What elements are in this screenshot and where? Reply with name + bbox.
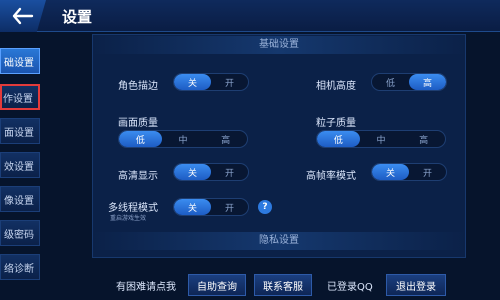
sidebar-item-network[interactable]: 络诊断 [0,254,40,280]
quality-toggle[interactable]: 低 中 高 [118,130,248,148]
particle-label: 粒子质量 [316,118,356,129]
logout-button[interactable]: 退出登录 [386,274,446,296]
multithread-toggle[interactable]: 关 开 [173,198,249,216]
outline-toggle[interactable]: 关 开 [173,73,249,91]
outline-off-option[interactable]: 关 [174,74,211,90]
camera-height-toggle[interactable]: 低 高 [371,73,447,91]
particle-mid-option[interactable]: 中 [360,131,403,147]
camera-high-option[interactable]: 高 [409,74,446,90]
high-fps-off-option[interactable]: 关 [372,164,409,180]
page-title: 设置 [62,8,93,26]
hd-label: 高清显示 [118,171,158,182]
particle-toggle[interactable]: 低 中 高 [316,130,446,148]
outline-on-option[interactable]: 开 [211,74,248,90]
quality-mid-option[interactable]: 中 [162,131,205,147]
sidebar-item-basic[interactable]: 础设置 [0,48,40,74]
quality-low-option[interactable]: 低 [119,131,162,147]
login-status: 已登录QQ [327,282,373,293]
multithread-sublabel: 重启游戏生效 [110,215,147,222]
section-privacy-header: 隐私设置 [92,232,466,250]
back-arrow-icon [12,7,34,25]
quality-high-option[interactable]: 高 [204,131,247,147]
sidebar-item-controls[interactable]: 作设置 [0,84,40,110]
sidebar-item-display[interactable]: 面设置 [0,118,40,144]
help-icon[interactable]: ? [258,200,272,214]
multithread-off-option[interactable]: 关 [174,199,211,215]
outline-label: 角色描边 [118,81,158,92]
sidebar-item-effects[interactable]: 效设置 [0,152,40,178]
hd-off-option[interactable]: 关 [174,164,211,180]
section-basic-header: 基础设置 [92,36,466,54]
sidebar-item-image[interactable]: 像设置 [0,186,40,212]
help-prompt: 有困难请点我 [116,282,176,293]
particle-low-option[interactable]: 低 [317,131,360,147]
particle-high-option[interactable]: 高 [402,131,445,147]
high-fps-toggle[interactable]: 关 开 [371,163,447,181]
high-fps-on-option[interactable]: 开 [409,164,446,180]
camera-low-option[interactable]: 低 [372,74,409,90]
multithread-label: 多线程模式 [108,203,158,214]
sidebar-item-password[interactable]: 级密码 [0,220,40,246]
camera-height-label: 相机高度 [316,81,356,92]
back-button[interactable] [0,0,46,32]
quality-label: 画面质量 [118,118,158,129]
hd-toggle[interactable]: 关 开 [173,163,249,181]
contact-support-button[interactable]: 联系客服 [254,274,312,296]
hd-on-option[interactable]: 开 [211,164,248,180]
high-fps-label: 高帧率模式 [306,171,356,182]
multithread-on-option[interactable]: 开 [211,199,248,215]
self-query-button[interactable]: 自助查询 [188,274,246,296]
top-bar: 设置 [0,0,500,32]
